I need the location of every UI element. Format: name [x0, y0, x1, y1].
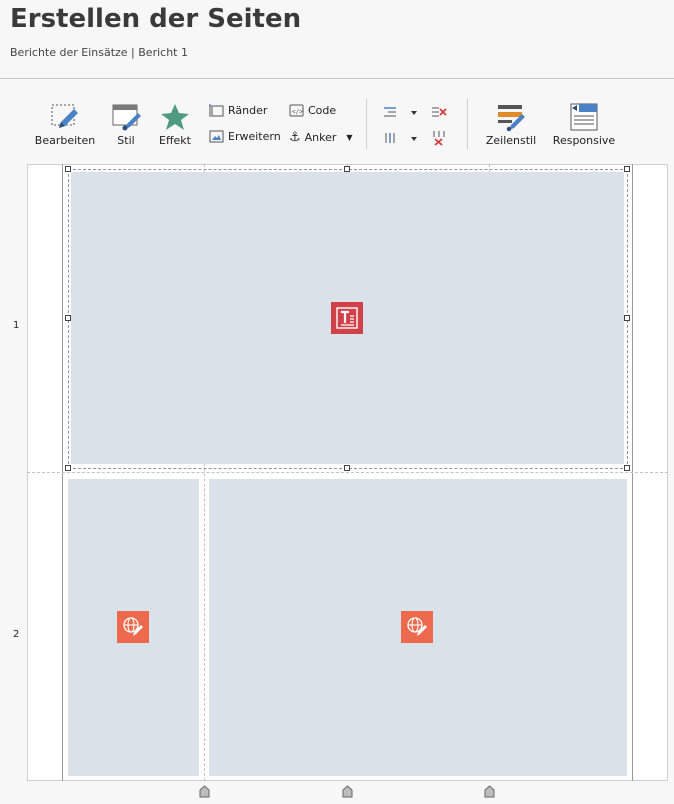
text-block-icon [336, 307, 358, 329]
chevron-down-icon[interactable]: ▼ [346, 133, 352, 142]
zeilenstil-label: Zeilenstil [485, 134, 537, 147]
raender-button[interactable]: Ränder [209, 104, 267, 117]
text-block-badge[interactable] [331, 302, 363, 334]
edit-pencil-icon [51, 104, 78, 128]
effekt-button[interactable]: Effekt [157, 102, 193, 147]
zeilenstil-button[interactable]: Zeilenstil [483, 102, 539, 147]
resize-handle-bottom-right[interactable] [624, 465, 630, 471]
align-columns-icon [385, 133, 417, 143]
anker-label: Anker [304, 131, 337, 144]
remove-column-icon [433, 131, 445, 146]
resize-handle-bottom-left[interactable] [65, 465, 71, 471]
code-label: Code [308, 104, 337, 117]
bearbeiten-label: Bearbeiten [34, 134, 96, 147]
resize-handle-top-right[interactable] [624, 166, 630, 172]
page-title: Erstellen der Seiten [10, 4, 302, 34]
breadcrumb: Berichte der Einsätze | Bericht 1 [10, 46, 188, 59]
align-rows-button[interactable] [383, 104, 417, 118]
resize-handle-top[interactable] [344, 166, 350, 172]
erweitern-button[interactable]: Erweitern [209, 130, 281, 143]
row-style-icon [498, 105, 525, 132]
responsive-button[interactable]: Responsive [552, 102, 616, 147]
resize-handle-right[interactable] [624, 315, 630, 321]
svg-text:</>: </> [292, 109, 303, 116]
code-icon: </> [289, 104, 304, 117]
globe-edit-icon [407, 617, 427, 636]
anker-button[interactable]: ⚓ Anker ▼ [289, 130, 353, 145]
web-block-badge-left[interactable] [117, 611, 149, 643]
column-marker-handle[interactable] [342, 785, 353, 798]
effekt-label: Effekt [159, 134, 191, 147]
remove-column-button[interactable] [431, 130, 447, 146]
resize-handle-top-left[interactable] [65, 166, 71, 172]
row-number-1: 1 [13, 320, 20, 331]
star-effect-icon [161, 104, 189, 130]
stil-button[interactable]: Stil [108, 102, 144, 147]
expand-image-icon [209, 130, 224, 143]
anchor-icon: ⚓ [289, 130, 301, 145]
raender-label: Ränder [228, 104, 268, 117]
stil-label: Stil [117, 134, 135, 147]
toolbar-separator [467, 99, 468, 149]
column-marker-handle[interactable] [484, 785, 495, 798]
align-columns-button[interactable] [383, 130, 417, 144]
code-button[interactable]: </> Code [289, 104, 336, 117]
responsive-label: Responsive [552, 134, 616, 147]
resize-handle-bottom[interactable] [344, 465, 350, 471]
resize-handle-left[interactable] [65, 315, 71, 321]
style-brush-icon [112, 104, 141, 131]
align-rows-icon [384, 107, 417, 117]
borders-icon [209, 104, 224, 117]
row-divider [27, 472, 668, 473]
toolbar-separator [366, 99, 367, 149]
column-marker-handle[interactable] [199, 785, 210, 798]
globe-edit-icon [123, 617, 143, 636]
bearbeiten-button[interactable]: Bearbeiten [34, 102, 96, 147]
web-block-badge-right[interactable] [401, 611, 433, 643]
remove-row-button[interactable] [431, 104, 447, 118]
remove-row-icon [432, 107, 447, 117]
responsive-icon [570, 103, 598, 131]
header-divider [0, 78, 674, 79]
erweitern-label: Erweitern [228, 130, 281, 143]
row-number-2: 2 [13, 629, 20, 640]
